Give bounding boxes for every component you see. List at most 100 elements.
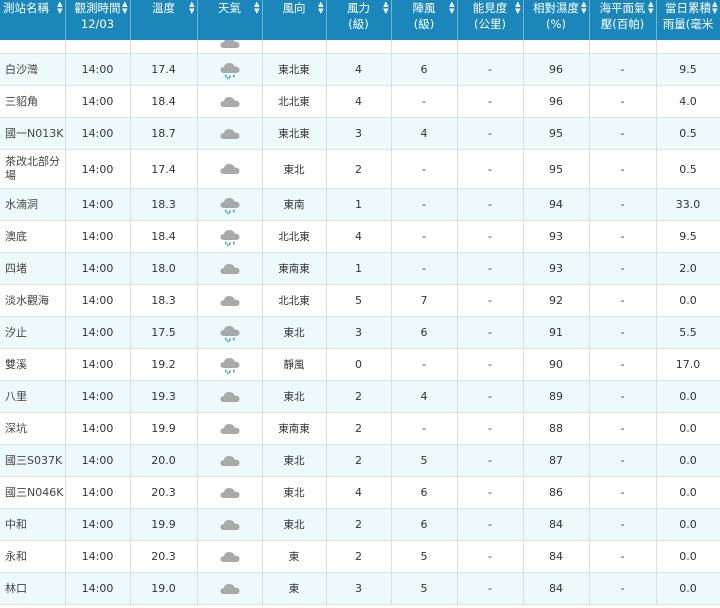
column-header-time[interactable]: 觀測時間 12/03 ▲ ▼ — [65, 0, 131, 40]
weather-cell — [197, 348, 263, 381]
station-name-cell[interactable]: 白沙灣 — [0, 53, 66, 86]
temperature-cell: 20.3 — [130, 540, 198, 573]
rain-cloud-icon — [219, 60, 241, 80]
wind-direction-cell: 北北東 — [262, 85, 327, 118]
column-header-wind-force[interactable]: 風力 (級) ▲ ▼ — [326, 0, 392, 40]
obs-time-cell: 14:00 — [65, 149, 131, 189]
station-name-cell[interactable]: 汐止 — [0, 316, 66, 349]
gust-cell: - — [391, 252, 458, 285]
obs-time-cell: 14:00 — [65, 380, 131, 413]
visibility-cell: - — [457, 444, 524, 477]
pressure-cell: - — [589, 117, 657, 150]
rainfall-cell: 17.0 — [656, 348, 720, 381]
temperature-cell: 20.3 — [130, 476, 198, 509]
column-header-visibility[interactable]: 能見度 (公里) ▲ ▼ — [457, 0, 524, 40]
sort-icon[interactable]: ▲ ▼ — [383, 1, 388, 15]
rainfall-cell: 0.0 — [656, 476, 720, 509]
gust-cell: 6 — [391, 316, 458, 349]
station-name-cell[interactable]: 四堵 — [0, 252, 66, 285]
station-name-cell[interactable]: 國一N013K — [0, 117, 66, 150]
station-name-cell[interactable]: 國三N046K — [0, 476, 66, 509]
sort-icon[interactable]: ▲ ▼ — [648, 1, 653, 15]
column-header-rainfall[interactable]: 當日累積雨量(毫米 ▲ ▼ — [656, 0, 720, 40]
table-row: 林口 14:00 19.0 東 3 5-84-0.0 — [0, 572, 720, 605]
column-header-label: 風向 — [282, 1, 306, 15]
sort-icon[interactable]: ▲ ▼ — [57, 1, 62, 15]
column-header-sublabel: 雨量(毫米 — [662, 17, 714, 31]
station-name-cell[interactable]: 中和 — [0, 508, 66, 541]
column-header-pressure[interactable]: 海平面氣 壓(百帕) ▲ ▼ — [589, 0, 657, 40]
column-header-label: 風力 — [347, 1, 370, 15]
rainfall-cell: 0.0 — [656, 284, 720, 317]
temperature-cell: 17.4 — [130, 53, 198, 86]
station-name-cell[interactable]: 三貂角 — [0, 85, 66, 118]
temperature-cell: 19.2 — [130, 348, 198, 381]
column-header-label: 天氣 — [218, 1, 241, 15]
station-name-cell[interactable]: 林口 — [0, 572, 66, 605]
wind-force-cell: 0 — [326, 348, 392, 381]
sort-icon[interactable]: ▲ ▼ — [515, 1, 520, 15]
station-name-cell[interactable]: 淡水觀海 — [0, 284, 66, 317]
station-name-cell[interactable]: 雙溪 — [0, 348, 66, 381]
sort-icon[interactable]: ▲ ▼ — [254, 1, 259, 15]
humidity-cell: 93 — [523, 220, 590, 253]
cloud-icon — [219, 161, 241, 177]
rainfall-cell: 9.5 — [656, 53, 720, 86]
temperature-cell: 18.3 — [130, 188, 198, 221]
station-name-cell[interactable]: 永和 — [0, 540, 66, 573]
gust-cell: - — [391, 149, 458, 189]
column-header-wind-dir[interactable]: 風向 ▲ ▼ — [262, 0, 327, 40]
gust-cell: 5 — [391, 572, 458, 605]
station-name-cell[interactable]: 國三S037K — [0, 444, 66, 477]
wind-direction-cell: 東北東 — [262, 117, 327, 150]
temperature-cell: 17.5 — [130, 316, 198, 349]
rainfall-cell: 5.5 — [656, 316, 720, 349]
sort-icon[interactable]: ▲ ▼ — [122, 1, 127, 15]
column-header-weather[interactable]: 天氣 ▲ ▼ — [197, 0, 263, 40]
pressure-cell: - — [589, 348, 657, 381]
column-header-gust[interactable]: 陣風 (級) ▲ ▼ — [391, 0, 458, 40]
cloud-icon — [219, 126, 241, 142]
obs-time-cell: 14:00 — [65, 444, 131, 477]
column-header-label: 相對濕度 — [533, 1, 579, 15]
obs-time-cell: 14:00 — [65, 508, 131, 541]
cloud-icon — [219, 421, 241, 437]
column-header-label: 當日累積 — [665, 1, 711, 15]
column-header-sublabel: 12/03 — [80, 17, 115, 31]
visibility-cell: - — [457, 380, 524, 413]
station-name-cell[interactable]: 水湳洞 — [0, 188, 66, 221]
station-name-cell[interactable]: 茶改北部分場 — [0, 149, 66, 189]
rainfall-cell: 0.0 — [656, 572, 720, 605]
table-row: 茶改北部分場 14:00 17.4 東北 2- -95-0.5 — [0, 149, 720, 189]
station-name-cell[interactable]: 澳底 — [0, 220, 66, 253]
wind-direction-cell: 東南東 — [262, 252, 327, 285]
sort-icon[interactable]: ▲ ▼ — [318, 1, 323, 15]
column-header-station[interactable]: 測站名稱 ▲ ▼ — [0, 0, 66, 40]
table-row: 汐止 14:00 17.5 東北 3 6-91-5.5 — [0, 316, 720, 349]
sort-icon[interactable]: ▲ ▼ — [449, 1, 454, 15]
column-header-humidity[interactable]: 相對濕度 (%) ▲ ▼ — [523, 0, 590, 40]
sort-icon[interactable]: ▲ ▼ — [712, 1, 717, 15]
obs-time-cell: 14:00 — [65, 188, 131, 221]
gust-cell: - — [391, 220, 458, 253]
table-row: 淡水觀海 14:00 18.3 北北東 5 7-92-0.0 — [0, 284, 720, 317]
rain-cloud-icon — [219, 195, 241, 215]
station-name-cell[interactable]: 深坑 — [0, 412, 66, 445]
gust-cell: 7 — [391, 284, 458, 317]
column-header-temp[interactable]: 溫度 ▲ ▼ — [130, 0, 198, 40]
rainfall-cell: 0.5 — [656, 149, 720, 189]
obs-time-cell: 14:00 — [65, 53, 131, 86]
column-header-label: 觀測時間 — [74, 1, 121, 15]
rain-cloud-icon — [219, 227, 241, 247]
wind-direction-cell: 東北 — [262, 508, 327, 541]
obs-time-cell: 14:00 — [65, 252, 131, 285]
weather-cell — [197, 316, 263, 349]
sort-icon[interactable]: ▲ ▼ — [189, 1, 194, 15]
obs-time-cell: 14:00 — [65, 476, 131, 509]
station-name-cell[interactable]: 八里 — [0, 380, 66, 413]
sort-icon[interactable]: ▲ ▼ — [581, 1, 586, 15]
gust-cell: 6 — [391, 53, 458, 86]
gust-cell: 6 — [391, 476, 458, 509]
wind-force-cell: 2 — [326, 412, 392, 445]
visibility-cell: - — [457, 412, 524, 445]
